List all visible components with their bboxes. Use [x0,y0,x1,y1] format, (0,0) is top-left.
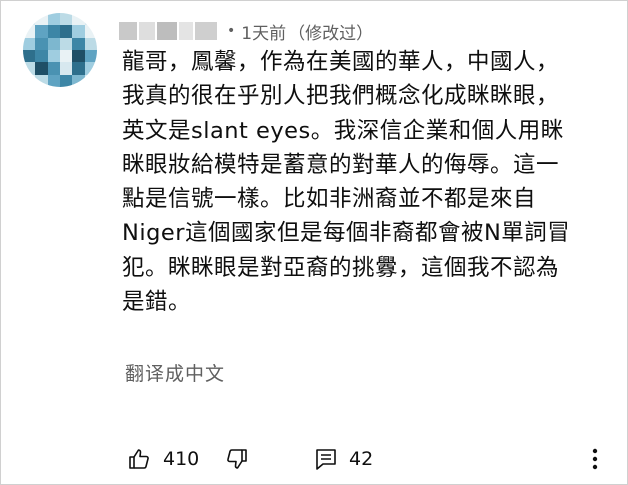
thumbs-down-icon [225,447,249,471]
comment-header: • 1天前 （修改过） [119,15,373,47]
reply-comment-icon [315,447,337,471]
separator-dot: • [227,23,236,39]
like-count: 410 [163,448,200,470]
edited-label: （修改过） [288,23,374,44]
reply-count: 42 [349,448,374,470]
translate-button[interactable]: 翻译成中文 [125,359,225,386]
comment-timestamp[interactable]: 1天前 [241,19,286,44]
comment-body: 龍哥，鳳馨，作為在美國的華人，中國人， 我真的很在乎別人把我們概念化成眯眯眼， … [122,49,571,316]
thumbs-up-icon [127,447,151,471]
author-name-blurred[interactable] [119,20,217,42]
comment-action-bar: 410 42 [1,441,628,477]
dislike-button[interactable] [225,441,249,477]
avatar[interactable] [23,13,97,87]
comment-card: • 1天前 （修改过） 龍哥，鳳馨，作為在美國的華人，中國人， 我真的很在乎別人… [0,0,628,485]
reply-button[interactable]: 42 [315,441,373,477]
like-button[interactable]: 410 [127,441,199,477]
more-vertical-icon [591,447,599,471]
more-options-button[interactable] [591,441,599,477]
